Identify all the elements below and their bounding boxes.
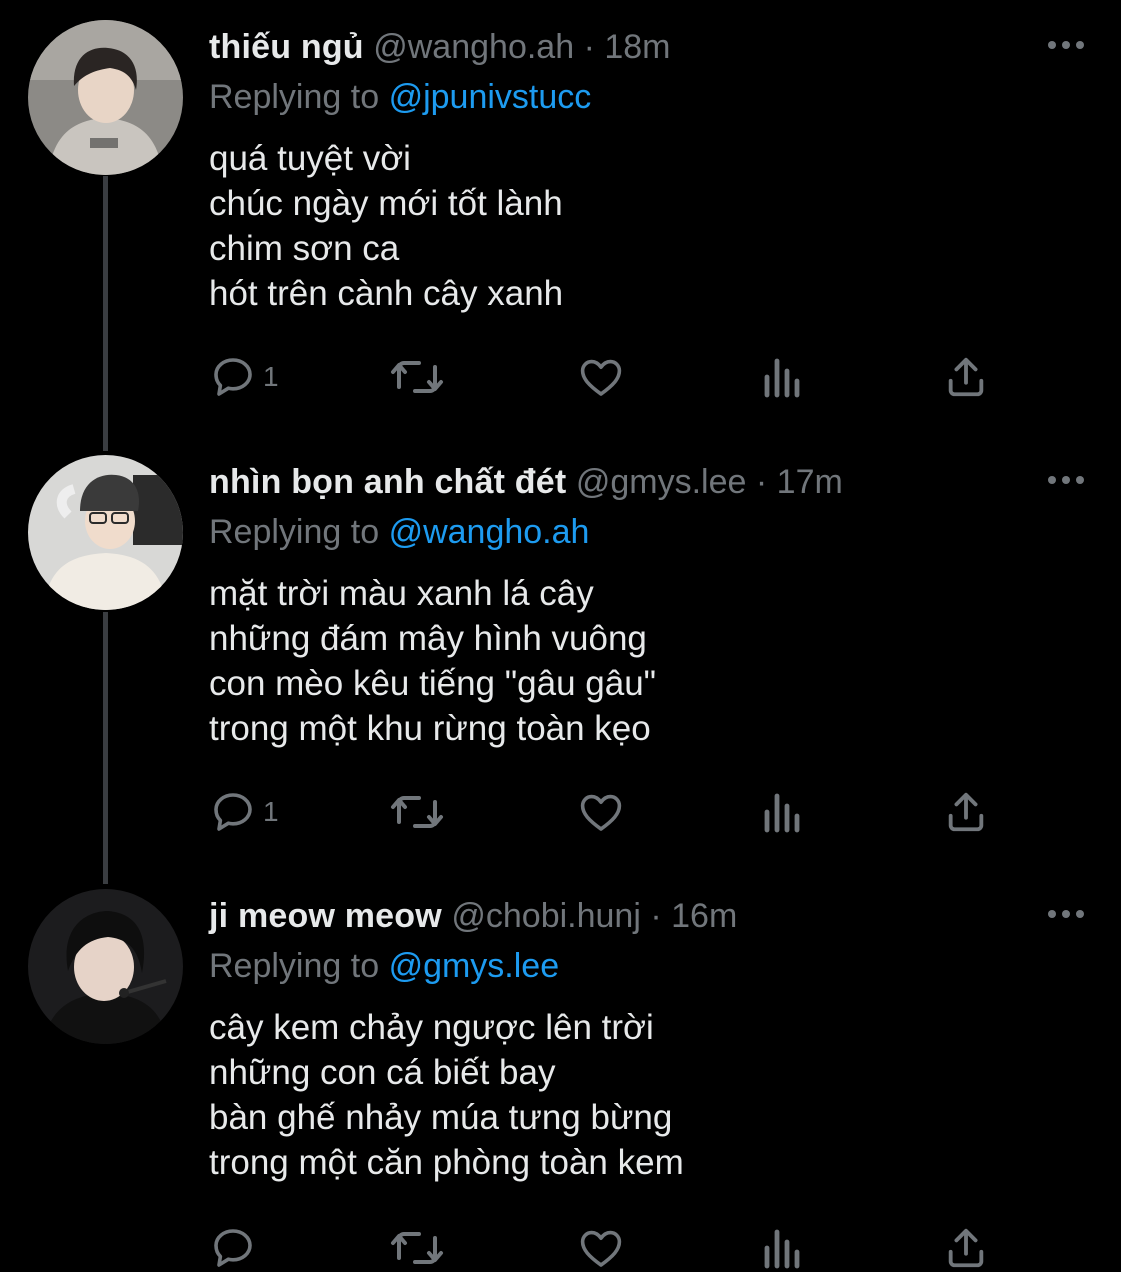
avatar[interactable] <box>28 889 183 1044</box>
separator-dot: · <box>755 463 768 501</box>
share-button[interactable] <box>943 347 989 407</box>
like-button[interactable] <box>577 347 625 407</box>
timestamp[interactable]: 17m <box>777 463 843 501</box>
like-button[interactable] <box>577 1218 625 1272</box>
share-icon <box>948 1228 984 1268</box>
tweet-text: cây kem chảy ngược lên trời những con cá… <box>209 1005 1089 1185</box>
reply-icon <box>214 793 252 831</box>
tweet-line: trong một khu rừng toàn kẹo <box>209 709 651 748</box>
reply-button[interactable] <box>209 1218 263 1272</box>
retweet-icon <box>391 361 443 393</box>
user-handle[interactable]: @gmys.lee <box>576 463 747 501</box>
views-button[interactable] <box>761 782 805 842</box>
tweet-line: hót trên cành cây xanh <box>209 274 564 313</box>
reply-count: 1 <box>263 361 279 392</box>
reply-tweet[interactable]: nhìn bọn anh chất đét @gmys.lee · 17m Re… <box>209 457 1089 751</box>
views-icon <box>764 1229 800 1269</box>
user-handle[interactable]: @wangho.ah <box>373 28 574 66</box>
action-bar: 1 <box>209 347 1009 407</box>
views-icon <box>764 358 800 398</box>
tweet-line: cây kem chảy ngược lên trời <box>209 1008 654 1047</box>
reply-tweet[interactable]: ji meow meow @chobi.hunj · 16m Replying … <box>209 891 1089 1185</box>
like-button[interactable] <box>577 782 625 842</box>
action-bar <box>209 1218 1009 1272</box>
retweet-icon <box>391 1232 443 1264</box>
reply-icon <box>214 1229 252 1267</box>
thread-connector <box>103 176 108 451</box>
tweet-header: thiếu ngủ @wangho.ah · 18m <box>209 22 1089 72</box>
tweet-line: những con cá biết bay <box>209 1053 556 1092</box>
views-button[interactable] <box>761 347 805 407</box>
share-icon <box>948 792 984 832</box>
user-handle[interactable]: @chobi.hunj <box>451 897 641 935</box>
replying-to: Replying to @jpunivstucc <box>209 72 1089 122</box>
avatar[interactable] <box>28 455 183 610</box>
tweet-text: mặt trời màu xanh lá cây những đám mây h… <box>209 571 1089 751</box>
action-bar: 1 <box>209 782 1009 842</box>
tweet-header: ji meow meow @chobi.hunj · 16m <box>209 891 1089 941</box>
views-icon <box>764 793 800 833</box>
tweet-line: mặt trời màu xanh lá cây <box>209 574 594 613</box>
reply-thread: thiếu ngủ @wangho.ah · 18m Replying to @… <box>0 0 1121 1272</box>
more-icon[interactable] <box>1043 22 1089 68</box>
display-name[interactable]: nhìn bọn anh chất đét <box>209 463 566 501</box>
avatar[interactable] <box>28 20 183 175</box>
tweet-line: chúc ngày mới tốt lành <box>209 184 563 223</box>
mention-link[interactable]: @jpunivstucc <box>389 78 592 116</box>
views-button[interactable] <box>761 1218 805 1272</box>
retweet-icon <box>391 796 443 828</box>
share-icon <box>948 357 984 397</box>
tweet-line: bàn ghế nhảy múa tưng bừng <box>209 1098 673 1137</box>
like-icon <box>580 1230 622 1267</box>
mention-link[interactable]: @wangho.ah <box>389 513 590 551</box>
display-name[interactable]: thiếu ngủ <box>209 28 364 66</box>
separator-dot: · <box>583 28 595 66</box>
retweet-button[interactable] <box>389 347 445 407</box>
replying-prefix: Replying to <box>209 947 380 985</box>
display-name[interactable]: ji meow meow <box>209 897 442 935</box>
tweet-header: nhìn bọn anh chất đét @gmys.lee · 17m <box>209 457 1089 507</box>
tweet-line: con mèo kêu tiếng "gâu gâu" <box>209 664 657 703</box>
retweet-button[interactable] <box>389 782 445 842</box>
thread-connector <box>103 612 108 884</box>
separator-dot: · <box>650 897 662 935</box>
tweet-line: quá tuyệt vời <box>209 139 411 178</box>
more-icon[interactable] <box>1043 891 1089 937</box>
reply-button[interactable]: 1 <box>209 347 279 407</box>
like-icon <box>580 794 622 831</box>
more-icon[interactable] <box>1043 457 1089 503</box>
tweet-line: những đám mây hình vuông <box>209 619 647 658</box>
replying-prefix: Replying to <box>209 513 380 551</box>
mention-link[interactable]: @gmys.lee <box>389 947 560 985</box>
share-button[interactable] <box>943 782 989 842</box>
tweet-line: chim sơn ca <box>209 229 400 268</box>
share-button[interactable] <box>943 1218 989 1272</box>
replying-to: Replying to @gmys.lee <box>209 941 1089 991</box>
tweet-text: quá tuyệt vời chúc ngày mới tốt lành chi… <box>209 136 1089 316</box>
tweet-line: trong một căn phòng toàn kem <box>209 1143 684 1182</box>
timestamp[interactable]: 18m <box>604 28 670 66</box>
reply-button[interactable]: 1 <box>209 782 279 842</box>
reply-icon <box>214 358 252 396</box>
replying-prefix: Replying to <box>209 78 380 116</box>
retweet-button[interactable] <box>389 1218 445 1272</box>
reply-count: 1 <box>263 796 279 827</box>
replying-to: Replying to @wangho.ah <box>209 507 1089 557</box>
timestamp[interactable]: 16m <box>671 897 737 935</box>
like-icon <box>580 359 622 396</box>
reply-tweet[interactable]: thiếu ngủ @wangho.ah · 18m Replying to @… <box>209 22 1089 316</box>
